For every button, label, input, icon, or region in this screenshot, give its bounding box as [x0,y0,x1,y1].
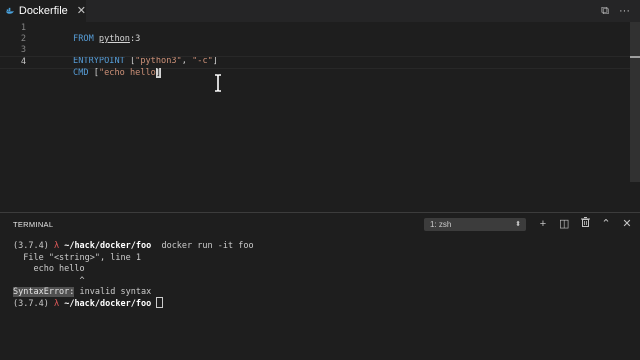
more-actions-icon[interactable]: ··· [619,4,630,18]
tab-dockerfile[interactable]: Dockerfile ✕ [0,0,86,22]
editor-line-current: 4 CMD ["echo hello] [0,56,630,78]
terminal-line: echo hello [13,264,85,274]
chevron-up-icon[interactable]: ⌃ [601,217,611,231]
terminal-line: File "<string>", line 1 [13,252,141,263]
select-arrow-icon: ⬍ [515,221,521,228]
terminal-line: (3.7.4) λ ~/hack/docker/foo [13,296,628,311]
editor-line: 1 FROM python:3 [0,23,630,44]
code-token: CMD [73,68,94,78]
trash-glyph [580,217,590,227]
line-number: 2 [20,34,26,44]
terminal-panel: TERMINAL 1: zsh ⬍ + ◫ ⌃ ✕ (3.7.4) λ ~/ha… [0,212,640,360]
ibeam-cursor-icon [215,74,221,92]
text-cursor: ] [155,68,162,78]
prompt-lambda: λ [53,241,60,251]
prompt-path: ~/hack/docker/foo [64,241,152,251]
scrollbar-cursor-marker [630,56,640,58]
terminal-line: SyntaxError: invalid syntax [13,287,628,299]
code-line: CMD ["echo hello] [42,57,162,90]
editor[interactable]: 1 FROM python:3 2 3 ENTRYPOINT ["python3… [0,22,640,212]
split-terminal-icon[interactable]: ◫ [559,217,569,231]
terminal-select[interactable]: 1: zsh ⬍ [424,218,526,231]
editor-scrollbar[interactable] [630,22,640,182]
editor-line: 2 [0,34,630,45]
close-icon[interactable]: ✕ [77,5,86,17]
code-token: "echo hello [98,68,156,78]
terminal-cursor [156,296,164,308]
close-panel-icon[interactable]: ✕ [622,217,632,231]
error-name: SyntaxError: [13,287,75,297]
terminal-line: ^ [13,275,85,286]
split-editor-icon[interactable]: ⧉ [601,4,609,18]
prompt-path: ~/hack/docker/foo [64,298,152,309]
terminal-line: (3.7.4) λ ~/hack/docker/foo docker run -… [13,241,628,253]
prompt-env: (3.7.4) [13,298,54,309]
docker-icon [6,7,14,14]
error-message: invalid syntax [74,287,152,297]
terminal-output[interactable]: (3.7.4) λ ~/hack/docker/foo docker run -… [13,241,628,310]
tab-label: Dockerfile [18,5,68,17]
prompt-env: (3.7.4) [13,241,54,251]
tab-bar: Dockerfile ✕ ⧉ ··· [0,0,640,22]
editor-line: 3 ENTRYPOINT ["python3", "-c"] [0,45,630,66]
panel-title[interactable]: TERMINAL [13,220,53,229]
terminal-command: docker run -it foo [161,241,254,251]
prompt-lambda: λ [53,298,60,309]
add-terminal-icon[interactable]: + [538,217,548,231]
line-number: 3 [20,45,26,55]
trash-icon[interactable] [580,217,590,231]
line-number: 1 [20,23,26,33]
line-number: 4 [20,57,26,67]
terminal-select-value: 1: zsh [430,220,452,229]
